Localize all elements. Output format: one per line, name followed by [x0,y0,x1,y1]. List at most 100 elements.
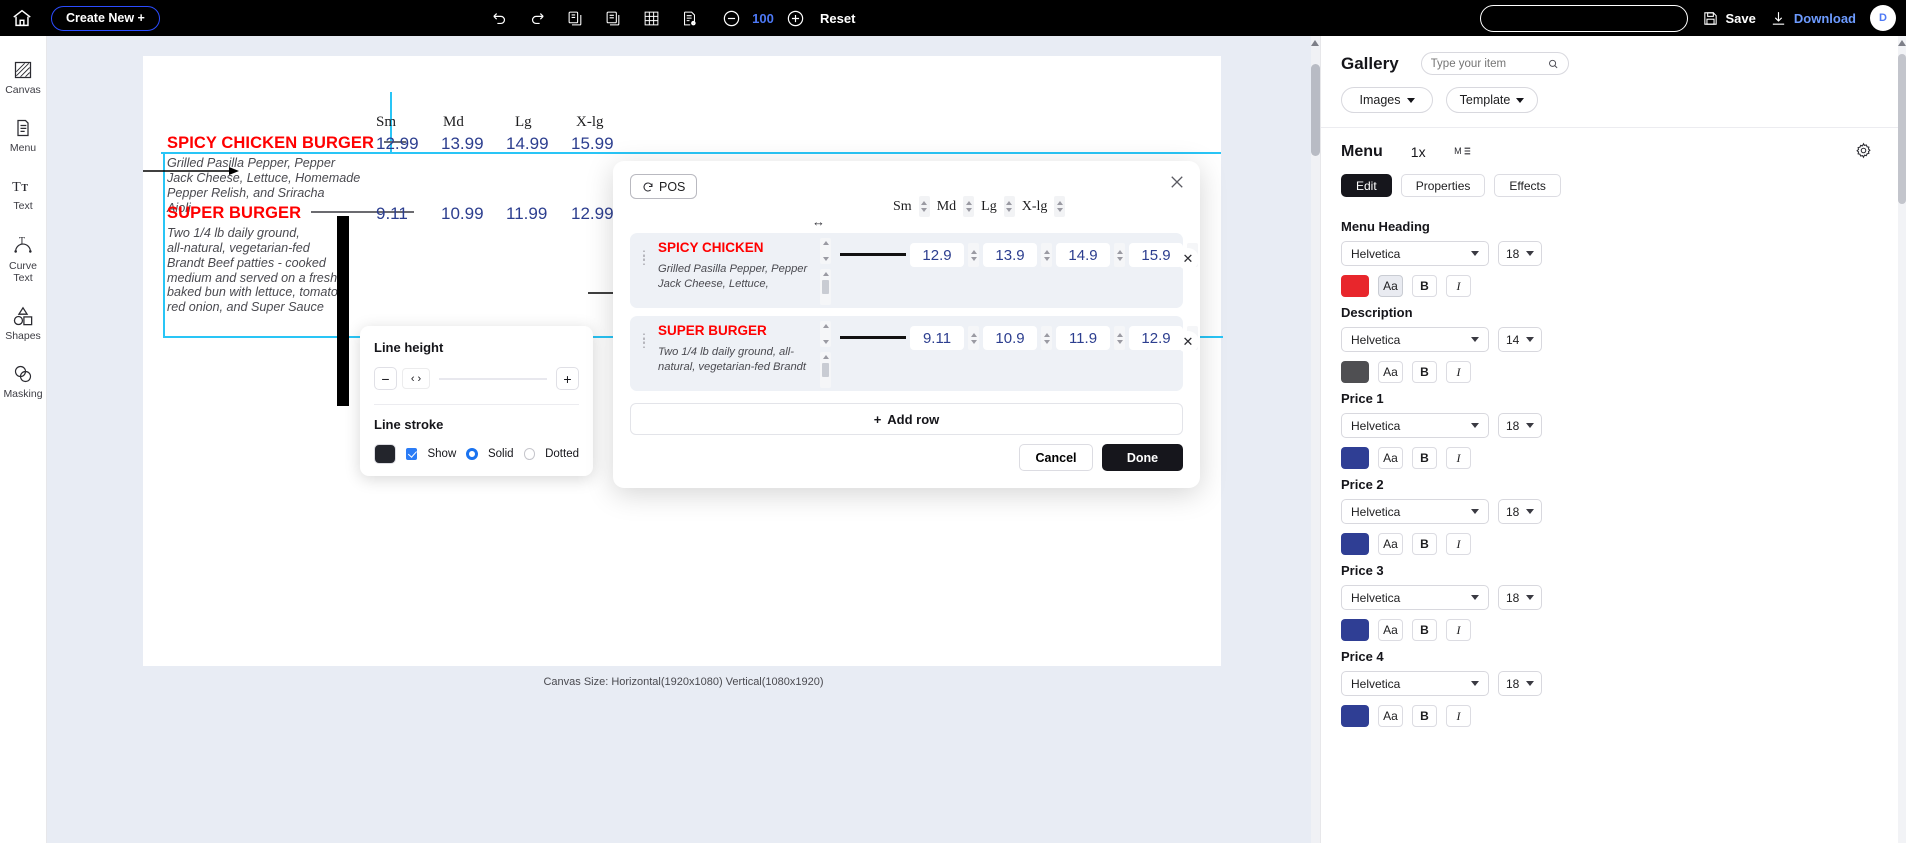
text-case-button[interactable]: Aa [1378,533,1403,555]
sidebar-item-masking[interactable]: Masking [0,364,47,400]
redo-icon[interactable] [526,7,548,29]
canvas-scroll-thumb[interactable] [1311,64,1320,156]
search-input[interactable] [1431,58,1543,70]
tab-effects[interactable]: Effects [1494,174,1560,197]
panel-scrollbar[interactable] [1898,36,1906,843]
font-size-select[interactable]: 18 [1498,241,1542,266]
row-price-sm-input[interactable]: 12.9 [910,243,964,267]
row-text-block[interactable]: SUPER BURGER Two 1/4 lb daily ground, al… [658,323,818,375]
italic-button[interactable]: I [1446,705,1471,727]
close-icon[interactable] [1168,173,1186,191]
row-price-xlg-input[interactable]: 12.9 [1129,326,1183,350]
italic-button[interactable]: I [1446,533,1471,555]
row-text-block[interactable]: SPICY CHICKEN Grilled Pasilla Pepper, Pe… [658,240,818,292]
canvas-scrollbar[interactable] [1311,36,1320,843]
row-price-md-stepper[interactable] [1041,243,1052,267]
sidebar-item-canvas[interactable]: Canvas [0,60,47,96]
italic-button[interactable]: I [1446,361,1471,383]
panel-scroll-thumb[interactable] [1898,54,1906,204]
row-price-lg-input[interactable]: 11.9 [1056,326,1110,350]
bold-button[interactable]: B [1412,275,1437,297]
delete-row-button[interactable]: ✕ [1177,331,1199,353]
copy-icon[interactable] [564,7,586,29]
drag-handle-icon[interactable]: ⋮⋮ [638,253,642,263]
duplicate-icon[interactable] [602,7,624,29]
done-button[interactable]: Done [1102,444,1183,471]
scale-label[interactable]: 1x [1411,144,1426,160]
bold-button[interactable]: B [1412,619,1437,641]
text-color-swatch[interactable] [1341,619,1369,641]
avatar[interactable]: D [1870,5,1896,31]
stepper-next-icon[interactable]: › [418,373,422,385]
italic-button[interactable]: I [1446,275,1471,297]
cancel-button[interactable]: Cancel [1019,444,1093,471]
line-settings-popup[interactable]: Line height − ‹ › + Line stroke Show Sol… [360,326,593,476]
row-price-lg-input[interactable]: 14.9 [1056,243,1110,267]
home-icon[interactable] [9,5,35,31]
text-case-button[interactable]: Aa [1378,275,1403,297]
row-price-lg-stepper[interactable] [1114,243,1125,267]
delete-row-button[interactable]: ✕ [1177,248,1199,270]
zoom-out-button[interactable] [720,7,742,29]
line-height-decrease-button[interactable]: − [374,367,397,390]
italic-button[interactable]: I [1446,447,1471,469]
stepper-prev-icon[interactable]: ‹ [411,373,415,385]
bold-button[interactable]: B [1412,533,1437,555]
line-height-stepper[interactable]: ‹ › [402,368,430,389]
gear-icon[interactable] [1855,142,1872,162]
column-width-stepper[interactable] [1054,196,1065,217]
sidebar-item-menu[interactable]: Menu [0,118,47,154]
text-color-swatch[interactable] [1341,275,1369,297]
font-family-select[interactable]: Helvetica [1341,413,1489,438]
sidebar-item-shapes[interactable]: Shapes [0,306,47,342]
bold-button[interactable]: B [1412,705,1437,727]
text-color-swatch[interactable] [1341,533,1369,555]
font-family-select[interactable]: Helvetica [1341,241,1489,266]
save-button[interactable]: Save [1702,10,1756,27]
italic-button[interactable]: I [1446,619,1471,641]
sidebar-item-curve-text[interactable]: T Curve Text [0,234,47,284]
download-button[interactable]: Download [1770,10,1856,27]
font-size-select[interactable]: 18 [1498,499,1542,524]
menu-list-icon[interactable]: M [1454,144,1471,161]
text-color-swatch[interactable] [1341,705,1369,727]
text-color-swatch[interactable] [1341,361,1369,383]
bold-button[interactable]: B [1412,447,1437,469]
undo-icon[interactable] [488,7,510,29]
row-price-md-input[interactable]: 13.9 [983,243,1037,267]
font-size-select[interactable]: 18 [1498,585,1542,610]
project-name-input[interactable] [1480,5,1688,32]
stroke-color-swatch[interactable] [374,444,396,464]
font-size-select[interactable]: 14 [1498,327,1542,352]
text-case-button[interactable]: Aa [1378,619,1403,641]
scroll-up-icon[interactable] [1898,40,1906,46]
show-stroke-checkbox[interactable] [406,448,417,460]
gallery-search[interactable] [1421,52,1569,75]
create-new-button[interactable]: Create New + [51,6,160,31]
add-row-button[interactable]: + Add row [630,403,1183,435]
tab-edit[interactable]: Edit [1341,174,1392,197]
row-price-xlg-input[interactable]: 15.9 [1129,243,1183,267]
row-price-md-stepper[interactable] [1041,326,1052,350]
text-case-button[interactable]: Aa [1378,705,1403,727]
drag-handle-icon[interactable]: ⋮⋮ [638,336,642,346]
solid-radio[interactable] [466,448,478,460]
bold-button[interactable]: B [1412,361,1437,383]
font-family-select[interactable]: Helvetica [1341,585,1489,610]
line-height-slider[interactable] [439,378,547,380]
grid-icon[interactable] [640,7,662,29]
table-row[interactable]: ⋮⋮ SPICY CHICKEN Grilled Pasilla Pepper,… [630,233,1183,308]
reset-zoom-button[interactable]: Reset [820,11,855,26]
column-width-stepper[interactable] [1004,196,1015,217]
dotted-radio[interactable] [524,448,536,460]
row-price-sm-stepper[interactable] [968,326,979,350]
font-size-select[interactable]: 18 [1498,413,1542,438]
font-family-select[interactable]: Helvetica [1341,499,1489,524]
column-width-stepper[interactable] [919,196,930,217]
images-dropdown[interactable]: Images [1341,87,1433,113]
column-width-stepper[interactable] [963,196,974,217]
row-price-sm-input[interactable]: 9.11 [910,326,964,350]
scroll-up-icon[interactable] [1311,40,1319,46]
row-description-scrollbar[interactable] [820,352,831,388]
font-size-select[interactable]: 18 [1498,671,1542,696]
